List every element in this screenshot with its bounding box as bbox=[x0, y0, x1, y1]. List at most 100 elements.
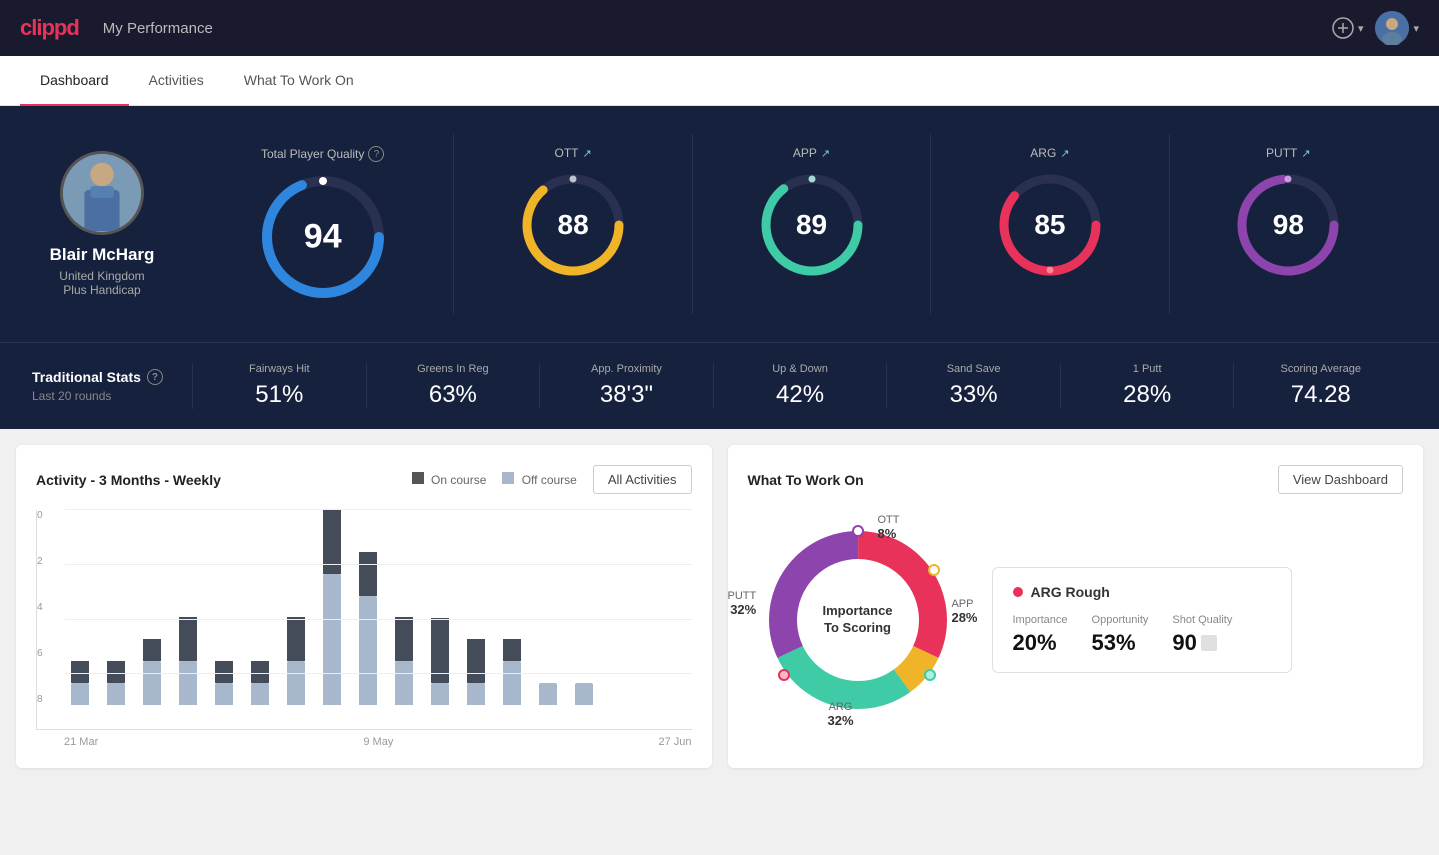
bar-group bbox=[245, 660, 275, 705]
top-nav: clippd My Performance ▾ ▾ bbox=[0, 0, 1439, 56]
app-label: APP ↗ bbox=[793, 146, 830, 160]
quality-card-app: APP ↗ 89 bbox=[692, 134, 930, 314]
arg-shot-quality-col: Shot Quality 90 bbox=[1172, 614, 1232, 656]
bar-group bbox=[569, 682, 599, 705]
arg-shot-quality-value-row: 90 bbox=[1172, 630, 1232, 656]
nav-title: My Performance bbox=[103, 20, 213, 37]
app-gauge: 89 bbox=[757, 170, 867, 280]
tab-what-to-work-on[interactable]: What To Work On bbox=[224, 56, 374, 106]
on-course-bar bbox=[71, 661, 89, 683]
add-button[interactable]: ▾ bbox=[1332, 17, 1364, 39]
donut-label-ott: OTT 8% bbox=[878, 514, 900, 541]
bar-group bbox=[317, 508, 347, 705]
donut-chart-wrapper: ImportanceTo Scoring OTT 8% APP 28% ARG … bbox=[748, 510, 968, 730]
tpq-value: 94 bbox=[304, 218, 342, 257]
quality-card-ott: OTT ↗ 88 bbox=[453, 134, 691, 314]
arg-opportunity-col: Opportunity 53% bbox=[1092, 614, 1149, 656]
bar-group bbox=[65, 660, 95, 705]
arg-detail-card: ARG Rough Importance 20% Opportunity 53%… bbox=[992, 567, 1292, 673]
stat-fairways: Fairways Hit 51% bbox=[192, 363, 366, 409]
off-course-bar bbox=[287, 661, 305, 705]
bar-group bbox=[533, 682, 563, 705]
arg-value: 85 bbox=[1034, 209, 1065, 241]
bar-group bbox=[353, 551, 383, 705]
hero-section: Blair McHarg United Kingdom Plus Handica… bbox=[0, 106, 1439, 342]
off-course-bar bbox=[71, 683, 89, 705]
off-course-bar bbox=[467, 683, 485, 705]
all-activities-button[interactable]: All Activities bbox=[593, 465, 692, 494]
stat-greens: Greens In Reg 63% bbox=[366, 363, 540, 409]
tpq-label: Total Player Quality ? bbox=[261, 146, 384, 162]
player-avatar bbox=[60, 151, 144, 235]
wtwon-panel-header: What To Work On View Dashboard bbox=[748, 465, 1404, 494]
logo-clip: clip bbox=[20, 15, 54, 40]
on-course-dot bbox=[412, 472, 424, 484]
putt-label: PUTT ↗ bbox=[1266, 146, 1311, 160]
view-dashboard-button[interactable]: View Dashboard bbox=[1278, 465, 1403, 494]
arg-card-dot bbox=[1013, 587, 1023, 597]
user-avatar-wrapper[interactable]: ▾ bbox=[1375, 11, 1419, 45]
bar-chart-area: 8 6 4 2 0 bbox=[36, 510, 692, 730]
grid-line-2 bbox=[65, 673, 692, 674]
x-axis-labels: 21 Mar 9 May 27 Jun bbox=[36, 736, 692, 748]
tabs-bar: Dashboard Activities What To Work On bbox=[0, 56, 1439, 106]
bar-group bbox=[101, 660, 131, 705]
putt-gauge: 98 bbox=[1233, 170, 1343, 280]
app-value: 89 bbox=[796, 209, 827, 241]
player-profile: Blair McHarg United Kingdom Plus Handica… bbox=[32, 151, 172, 297]
grid-line-8 bbox=[65, 509, 692, 510]
off-course-bar bbox=[323, 574, 341, 705]
on-course-bar bbox=[215, 661, 233, 683]
nav-right: ▾ ▾ bbox=[1332, 11, 1419, 45]
arg-card-title: ARG Rough bbox=[1013, 584, 1271, 600]
bar-chart-container: 8 6 4 2 0 21 Mar 9 May 27 Jun bbox=[36, 510, 692, 748]
legend-on-course: On course bbox=[412, 472, 487, 487]
quality-card-total: Total Player Quality ? 94 bbox=[204, 134, 453, 314]
off-course-bar bbox=[539, 683, 557, 705]
stat-sandsave: Sand Save 33% bbox=[886, 363, 1060, 409]
activity-legend: On course Off course bbox=[412, 472, 577, 487]
tpq-gauge: 94 bbox=[258, 172, 388, 302]
avatar bbox=[1375, 11, 1409, 45]
bar-group bbox=[281, 616, 311, 705]
wtwon-title: What To Work On bbox=[748, 472, 864, 488]
off-course-bar bbox=[431, 683, 449, 705]
donut-area: ImportanceTo Scoring OTT 8% APP 28% ARG … bbox=[748, 510, 1404, 730]
off-course-bar bbox=[215, 683, 233, 705]
grid-line-6 bbox=[65, 564, 692, 565]
bar-group bbox=[389, 616, 419, 705]
ott-label: OTT ↗ bbox=[555, 146, 592, 160]
activity-panel-header: Activity - 3 Months - Weekly On course O… bbox=[36, 465, 692, 494]
on-course-bar bbox=[359, 552, 377, 596]
player-handicap: Plus Handicap bbox=[63, 283, 140, 297]
trad-stats-label: Traditional Stats ? Last 20 rounds bbox=[32, 369, 192, 403]
stat-oneputt: 1 Putt 28% bbox=[1060, 363, 1234, 409]
on-course-bar bbox=[395, 617, 413, 661]
bar-group bbox=[137, 638, 167, 705]
quality-card-putt: PUTT ↗ 98 bbox=[1169, 134, 1407, 314]
avatar-chevron: ▾ bbox=[1413, 22, 1419, 35]
stat-proximity: App. Proximity 38'3" bbox=[539, 363, 713, 409]
putt-value: 98 bbox=[1273, 209, 1304, 241]
off-course-bar bbox=[179, 661, 197, 705]
stat-scoring: Scoring Average 74.28 bbox=[1233, 363, 1407, 409]
donut-label-putt: PUTT 32% bbox=[728, 590, 757, 617]
bottom-panels: Activity - 3 Months - Weekly On course O… bbox=[0, 429, 1439, 784]
quality-card-arg: ARG ↗ 85 bbox=[930, 134, 1168, 314]
tpq-help-icon[interactable]: ? bbox=[368, 146, 384, 162]
ott-gauge: 88 bbox=[518, 170, 628, 280]
traditional-stats-bar: Traditional Stats ? Last 20 rounds Fairw… bbox=[0, 342, 1439, 429]
on-course-bar bbox=[251, 661, 269, 683]
activity-panel-controls: On course Off course All Activities bbox=[412, 465, 692, 494]
player-figure-svg bbox=[63, 152, 141, 232]
trad-stats-help-icon[interactable]: ? bbox=[147, 369, 163, 385]
arg-importance-col: Importance 20% bbox=[1013, 614, 1068, 656]
tab-dashboard[interactable]: Dashboard bbox=[20, 56, 129, 106]
arg-gauge: 85 bbox=[995, 170, 1105, 280]
legend-off-course: Off course bbox=[502, 472, 576, 487]
off-course-bar bbox=[395, 661, 413, 705]
add-chevron: ▾ bbox=[1358, 22, 1364, 35]
donut-center-text: ImportanceTo Scoring bbox=[822, 603, 892, 637]
bar-group bbox=[461, 638, 491, 705]
tab-activities[interactable]: Activities bbox=[129, 56, 224, 106]
